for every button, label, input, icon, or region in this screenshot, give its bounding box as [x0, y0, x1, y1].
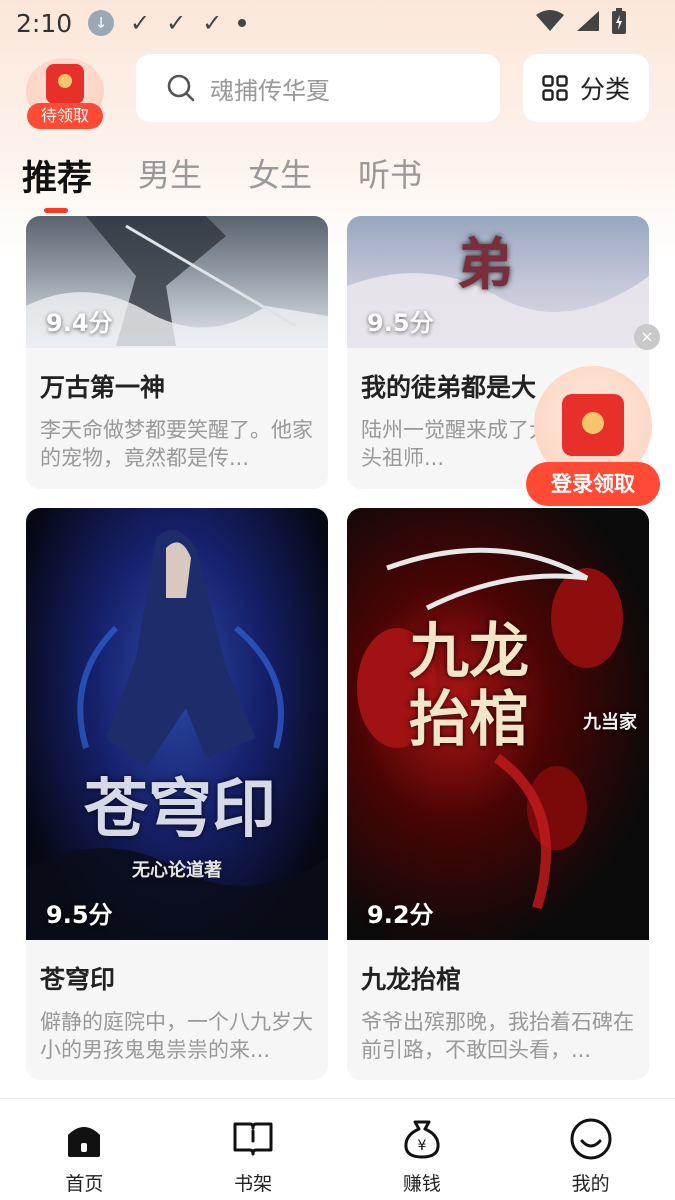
promo-label: 登录领取 [526, 462, 660, 506]
book-score: 9.5分 [367, 309, 434, 337]
nav-earn[interactable]: ¥ 赚钱 [338, 1099, 507, 1200]
red-envelope-icon [562, 394, 624, 456]
tab-male[interactable]: 男生 [138, 150, 202, 210]
status-time: 2:10 [16, 8, 73, 38]
book-card[interactable]: 九龙抬棺 九当家 9.2分 九龙抬棺 爷爷出殡那晚，我抬着石碑在前引路，不敢回头… [347, 508, 649, 1080]
nav-label: 赚钱 [402, 1173, 441, 1195]
book-cover: 9.4分 [26, 216, 328, 348]
cover-title-text: 苍穹印 [84, 772, 276, 847]
cover-title-glyph: 弟 [457, 232, 513, 298]
bookshelf-icon [233, 1122, 273, 1156]
category-label: 分类 [579, 75, 630, 104]
red-packet-button[interactable]: 待领取 [26, 58, 106, 129]
cover-author-text: 九当家 [583, 712, 637, 733]
book-cover: 九龙抬棺 九当家 9.2分 [347, 508, 649, 940]
nav-home[interactable]: 首页 [0, 1099, 169, 1200]
svg-text:¥: ¥ [417, 1138, 426, 1154]
nav-bookshelf[interactable]: 书架 [169, 1099, 338, 1200]
download-done-icon: ✓ [130, 9, 151, 37]
book-description: 爷爷出殡那晚，我抬着石碑在前引路，不敢回头看，... [361, 1010, 634, 1062]
battery-icon [612, 8, 626, 34]
status-bar: 2:10 ↓ ✓ ✓ ✓ [0, 0, 675, 46]
home-icon [68, 1127, 101, 1157]
search-placeholder: 魂捕传华夏 [210, 76, 330, 105]
category-button[interactable]: 分类 [523, 54, 649, 122]
book-score: 9.2分 [367, 901, 434, 929]
header: 待领取 魂捕传华夏 分类 [0, 52, 675, 129]
book-card[interactable]: 苍穹印 无心论道著 9.5分 苍穹印 僻静的庭院中，一个八九岁大小的男孩鬼鬼祟祟… [26, 508, 328, 1080]
signal-icon [577, 11, 599, 31]
system-icons [535, 8, 627, 34]
book-title: 九龙抬棺 [361, 965, 462, 994]
book-title: 苍穹印 [40, 965, 116, 994]
nav-profile[interactable]: 我的 [506, 1099, 675, 1200]
notification-icons: ↓ ✓ ✓ ✓ [88, 9, 247, 37]
wifi-icon [536, 10, 564, 31]
profile-icon [570, 1118, 612, 1160]
download-icon: ↓ [88, 10, 114, 36]
bottom-nav: 首页 书架 ¥ 赚钱 我的 [0, 1098, 675, 1200]
tab-audiobook[interactable]: 听书 [358, 150, 422, 210]
promo-close-button[interactable]: × [634, 324, 660, 350]
nav-label: 书架 [234, 1173, 273, 1195]
book-card[interactable]: 9.4分 万古第一神 李天命做梦都要笑醒了。他家的宠物，竟然都是传... [26, 216, 328, 489]
download-done-icon: ✓ [166, 9, 187, 37]
book-score: 9.5分 [46, 901, 113, 929]
nav-label: 我的 [571, 1173, 610, 1195]
more-notifications-icon [238, 19, 247, 27]
book-score: 9.4分 [46, 309, 113, 337]
cover-author-text: 无心论道著 [132, 860, 222, 881]
red-envelope-icon [46, 64, 84, 104]
red-packet-label: 待领取 [27, 103, 103, 129]
book-feed: 9.4分 万古第一神 李天命做梦都要笑醒了。他家的宠物，竟然都是传... 弟 9… [0, 216, 675, 1098]
search-box[interactable]: 魂捕传华夏 [136, 54, 500, 122]
login-reward-promo[interactable]: 登录领取 [526, 366, 660, 506]
search-icon [167, 74, 195, 102]
tab-bar: 推荐 男生 女生 听书 [22, 150, 422, 213]
book-title: 万古第一神 [40, 373, 166, 402]
book-description: 李天命做梦都要笑醒了。他家的宠物，竟然都是传... [40, 418, 313, 470]
book-cover: 弟 9.5分 [347, 216, 649, 348]
nav-label: 首页 [65, 1173, 104, 1195]
tab-recommend[interactable]: 推荐 [22, 150, 92, 213]
download-done-icon: ✓ [202, 9, 223, 37]
book-cover: 苍穹印 无心论道著 9.5分 [26, 508, 328, 940]
tab-female[interactable]: 女生 [248, 150, 312, 210]
book-description: 僻静的庭院中，一个八九岁大小的男孩鬼鬼祟祟的来... [40, 1010, 313, 1062]
money-bag-icon: ¥ [404, 1120, 440, 1159]
grid-icon [542, 75, 568, 101]
cover-title-text: 九龙抬棺 [409, 617, 529, 755]
